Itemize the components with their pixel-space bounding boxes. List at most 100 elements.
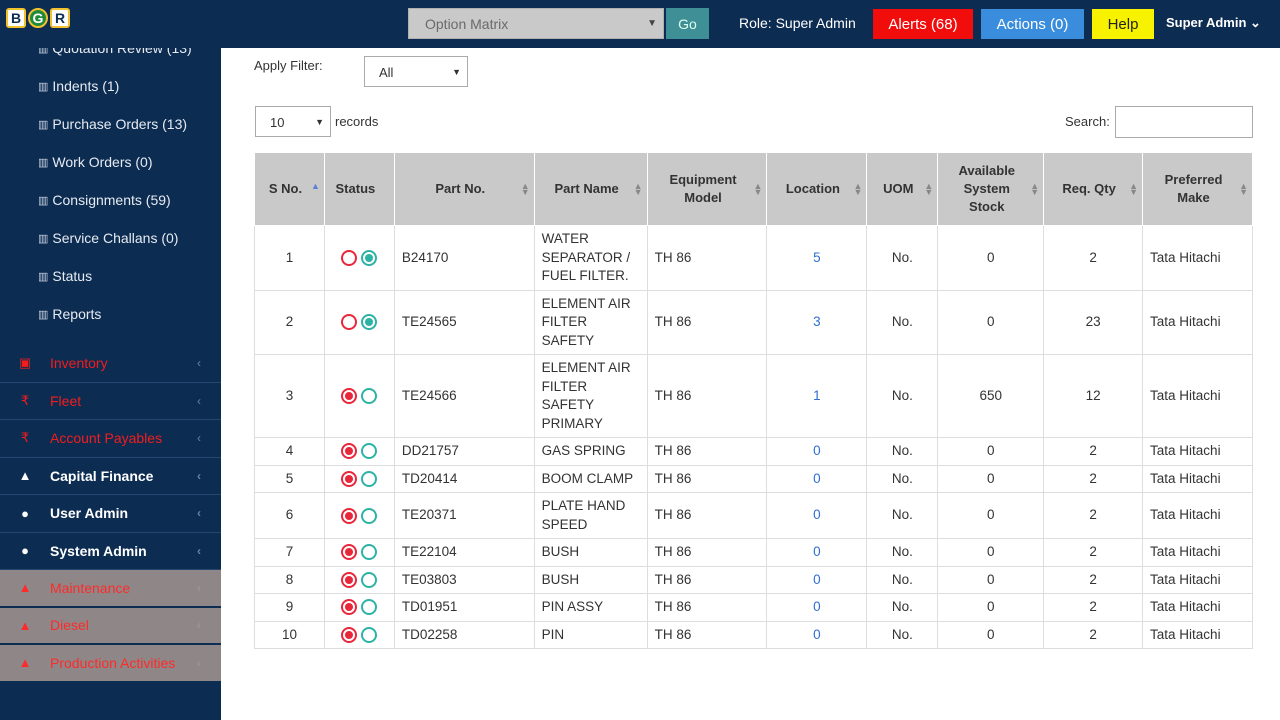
column-header[interactable]: Equipment Model ▲ ▼ <box>646 152 768 226</box>
sidebar-menu-item[interactable]: ▲ Production Activities ‹ <box>0 645 221 683</box>
table-row: 8 TE03803 BUSH TH 86 0 No. 0 2 Tata Hitachi <box>254 565 1253 594</box>
status-teal-radio[interactable] <box>361 507 378 524</box>
status-red-radio[interactable] <box>341 626 358 643</box>
column-header[interactable]: Preferred Make ▲ ▼ <box>1142 152 1253 226</box>
column-header[interactable]: Available System Stock ▲ ▼ <box>937 152 1045 226</box>
alerts-button[interactable]: Alerts (68) <box>873 9 973 39</box>
sidebar-sub-item[interactable]: ▥ Service Challans (0) <box>0 219 221 257</box>
sidebar-sub-item[interactable]: ▥ Consignments (59) <box>0 181 221 219</box>
status-teal-radio[interactable] <box>361 626 378 643</box>
column-header[interactable]: Part Name ▲ ▼ <box>533 152 648 226</box>
part-name-cell: PLATE HAND SPEED <box>533 492 648 539</box>
part-name-cell: BUSH <box>533 565 648 594</box>
sno-cell: 6 <box>254 492 325 539</box>
sort-icon: ▲ ▼ <box>924 181 934 197</box>
sidebar-sub-item[interactable]: ▥ Work Orders (0) <box>0 143 221 181</box>
location-link[interactable]: 0 <box>766 464 868 493</box>
column-header-label: Part No. <box>435 181 486 196</box>
column-header[interactable]: S No. ▲ <box>254 152 325 226</box>
option-select[interactable]: Option Matrix ▼ <box>408 8 664 39</box>
rupee-icon: ₹ <box>20 392 30 408</box>
sidebar-menu-label: Production Activities <box>50 654 176 671</box>
status-teal-radio[interactable] <box>361 599 378 616</box>
bgr-logo[interactable]: B G R <box>6 8 70 28</box>
location-link[interactable]: 0 <box>766 620 868 649</box>
column-header[interactable]: Status <box>323 152 395 226</box>
sidebar-sub-item[interactable]: ▥ Quotation Review (13) <box>0 48 221 67</box>
table-row: 4 DD21757 GAS SPRING TH 86 0 No. 0 2 Tata Hitach… <box>254 437 1253 466</box>
column-header-label: Equipment Model <box>669 172 737 205</box>
uom-cell: No. <box>866 538 939 567</box>
help-button[interactable]: Help <box>1092 9 1154 39</box>
status-red-radio[interactable] <box>341 571 358 588</box>
status-red-radio[interactable] <box>341 470 358 487</box>
status-teal-radio[interactable] <box>361 314 378 331</box>
sno-cell: 8 <box>254 565 325 594</box>
status-red-radio[interactable] <box>341 388 358 405</box>
status-red-radio[interactable] <box>341 507 358 524</box>
model-cell: TH 86 <box>646 437 768 466</box>
req-qty-cell: 2 <box>1043 225 1144 291</box>
column-header[interactable]: UOM ▲ ▼ <box>866 152 939 226</box>
status-teal-radio[interactable] <box>361 544 378 561</box>
sidebar-menu-item[interactable]: ▲ Maintenance ‹ <box>0 570 221 608</box>
sort-icon: ▲ ▼ <box>1239 181 1248 197</box>
location-link[interactable]: 0 <box>766 565 868 594</box>
make-cell: Tata Hitachi <box>1142 620 1253 649</box>
sidebar-menu-item[interactable]: ₹ Fleet ‹ <box>0 383 221 420</box>
sidebar-sub-item[interactable]: ▥ Reports <box>0 295 221 333</box>
location-link[interactable]: 0 <box>766 538 868 567</box>
status-red-radio[interactable] <box>341 599 358 616</box>
sidebar-sub-item[interactable]: ▥ Indents (1) <box>0 67 221 105</box>
sidebar-menu-item[interactable]: ● System Admin ‹ <box>0 533 221 570</box>
uom-cell: No. <box>866 437 939 466</box>
status-red-radio[interactable] <box>341 249 358 266</box>
model-cell: TH 86 <box>646 538 768 567</box>
location-link[interactable]: 0 <box>766 492 868 539</box>
sidebar-menu-item[interactable]: ● User Admin ‹ <box>0 495 221 533</box>
filter-value: All <box>379 65 394 80</box>
location-link[interactable]: 3 <box>766 289 868 355</box>
location-link[interactable]: 0 <box>766 593 868 622</box>
option-select-value: Option Matrix <box>425 16 509 32</box>
search-input[interactable] <box>1115 106 1253 138</box>
location-link[interactable]: 5 <box>766 225 868 291</box>
part-no-cell: TD01951 <box>393 593 535 622</box>
column-header[interactable]: Req. Qty ▲ ▼ <box>1043 152 1144 226</box>
status-teal-radio[interactable] <box>361 249 378 266</box>
user-menu[interactable]: Super Admin ⌄ <box>1166 15 1261 31</box>
location-link[interactable]: 1 <box>766 354 868 438</box>
part-name-cell: WATER SEPARATOR / FUEL FILTER. <box>533 225 648 291</box>
filter-select[interactable]: All ▼ <box>364 56 468 87</box>
column-header[interactable]: Location ▲ ▼ <box>766 152 868 226</box>
sidebar-menu-item[interactable]: ▲ Diesel ‹ <box>0 607 221 645</box>
stock-cell: 0 <box>937 565 1045 594</box>
sidebar-sub-item-label: Purchase Orders (13) <box>52 116 188 132</box>
status-teal-radio[interactable] <box>361 388 378 405</box>
sidebar-sub-item[interactable]: ▥ Purchase Orders (13) <box>0 105 221 143</box>
status-red-radio[interactable] <box>341 443 358 460</box>
status-teal-radio[interactable] <box>361 571 378 588</box>
go-button[interactable]: Go <box>666 8 709 39</box>
location-link[interactable]: 0 <box>766 437 868 466</box>
status-red-radio[interactable] <box>341 544 358 561</box>
page-length-select[interactable]: 10 ▼ <box>255 106 331 137</box>
model-cell: TH 86 <box>646 464 768 493</box>
sidebar-sub-item[interactable]: ▥ Status <box>0 257 221 295</box>
sidebar-menu-item[interactable]: ▣ Inventory ‹ <box>0 345 221 383</box>
make-cell: Tata Hitachi <box>1142 289 1253 355</box>
table-row: 3 TE24566 ELEMENT AIR FILTER SAFETY PRIMAR… <box>254 354 1253 438</box>
sidebar-menu-item[interactable]: ₹ Account Payables ‹ <box>0 420 221 458</box>
status-teal-radio[interactable] <box>361 470 378 487</box>
table-row: 1 B24170 WATER SEPARATOR / FUEL FILTER. TH … <box>254 225 1253 291</box>
status-red-radio[interactable] <box>341 314 358 331</box>
model-cell: TH 86 <box>646 225 768 291</box>
column-header[interactable]: Part No. ▲ ▼ <box>393 152 535 226</box>
status-teal-radio[interactable] <box>361 443 378 460</box>
sidebar: ▥ Quotation Review (13) ▥ Indents (1) ▥ Purch… <box>0 48 221 720</box>
status-cell <box>323 354 395 438</box>
req-qty-cell: 2 <box>1043 538 1144 567</box>
chevron-down-icon: ⌄ <box>1250 15 1261 30</box>
sidebar-menu-item[interactable]: ▲ Capital Finance ‹ <box>0 458 221 495</box>
actions-button[interactable]: Actions (0) <box>981 9 1084 39</box>
